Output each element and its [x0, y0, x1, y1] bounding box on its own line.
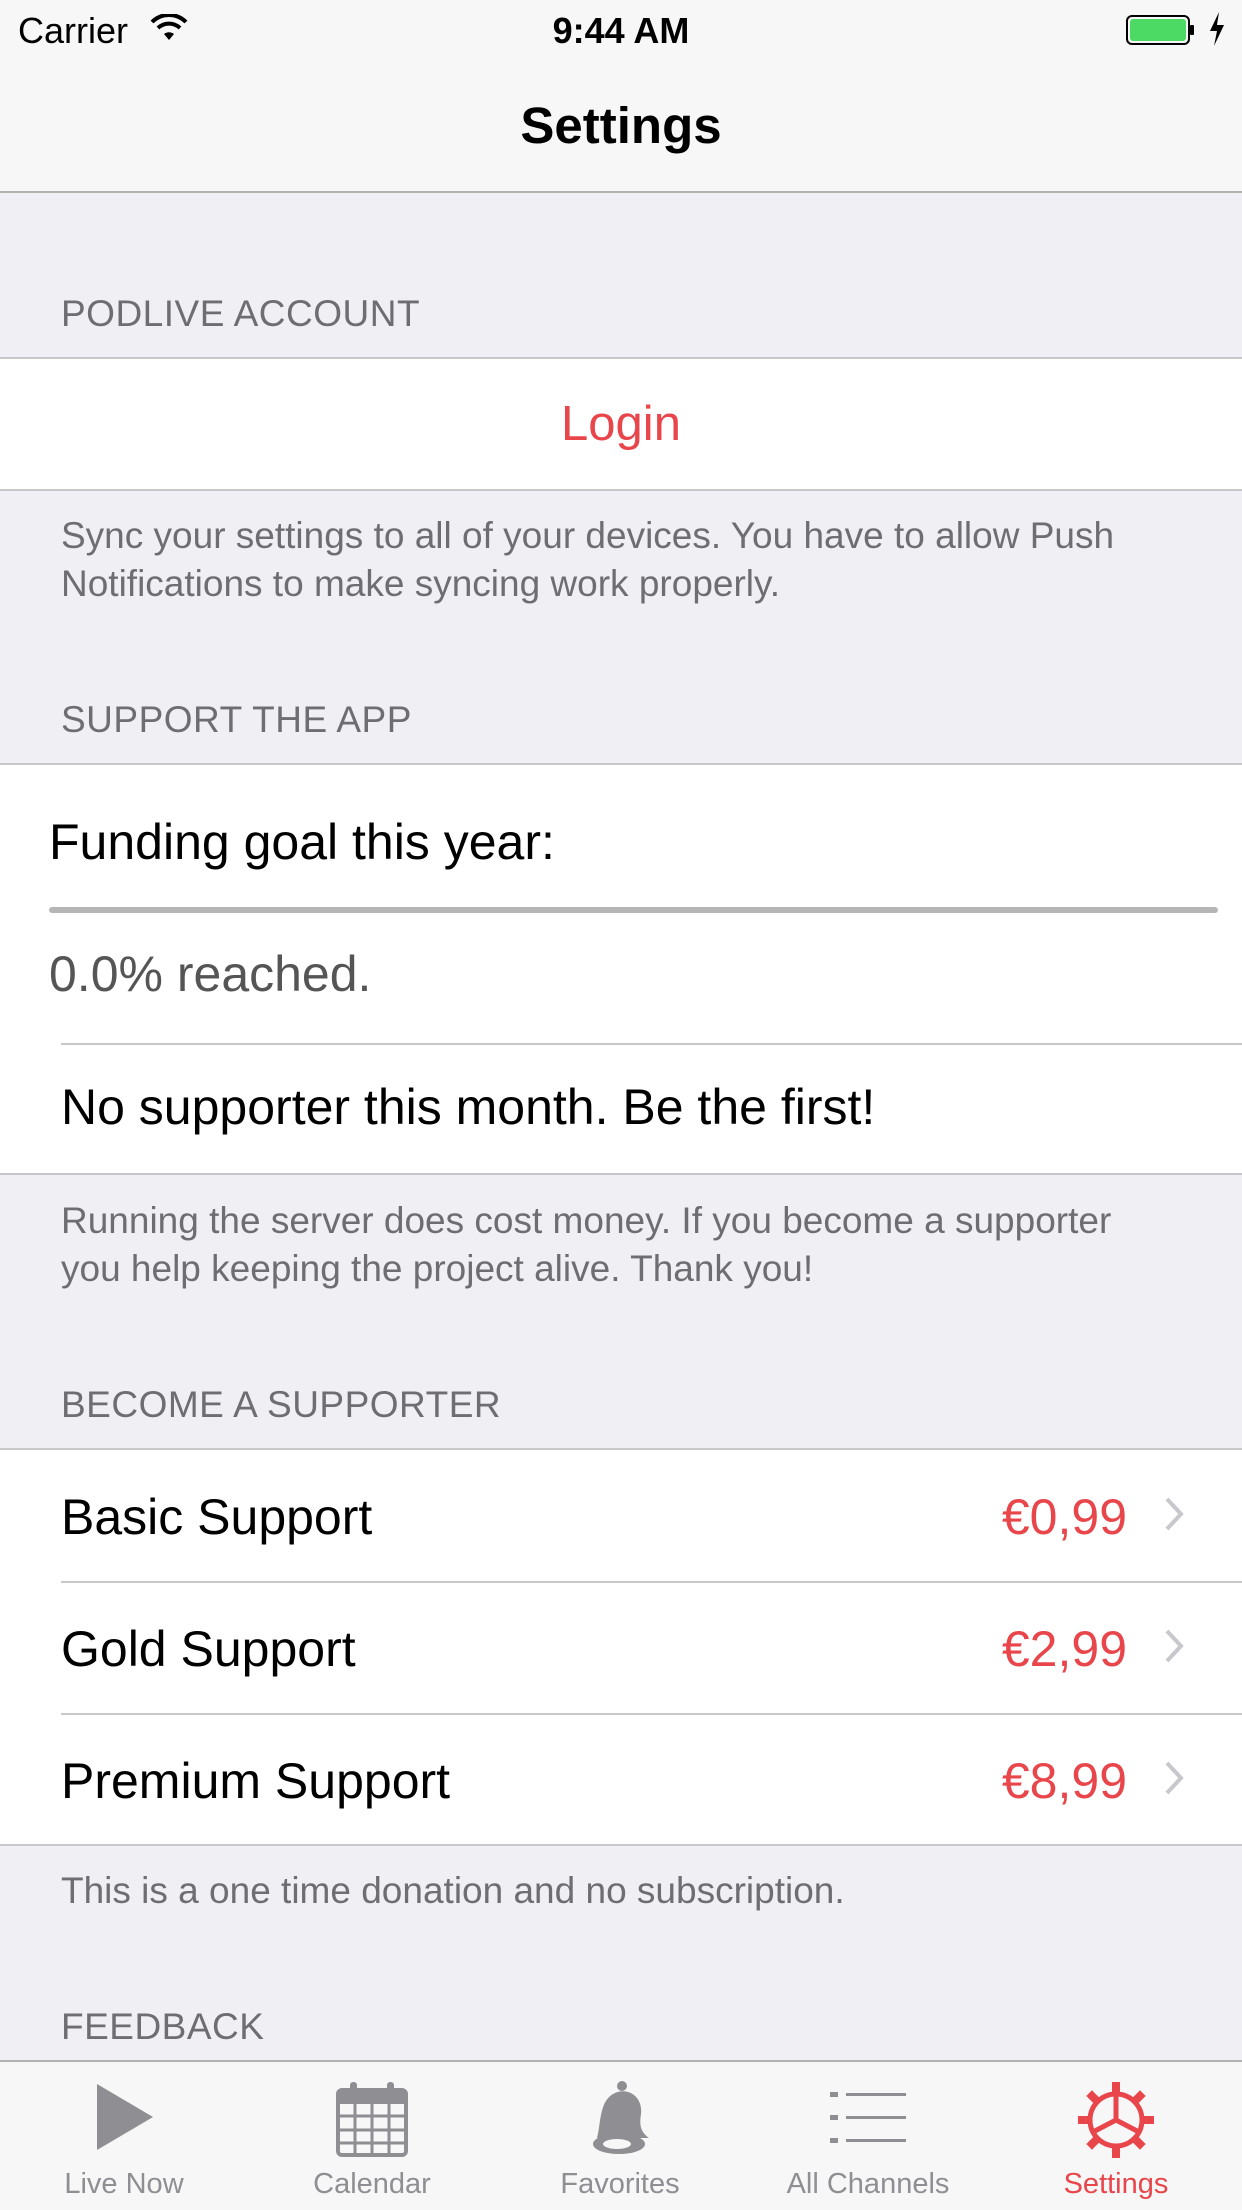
funding-goal-label: Funding goal this year:: [49, 814, 555, 870]
tier-price: €8,99: [1001, 1753, 1127, 1809]
section-header-feedback: FEEDBACK: [61, 2006, 265, 2047]
support-footer: Running the server does cost money. If y…: [61, 1200, 1112, 1289]
page-title: Settings: [520, 97, 722, 154]
tab-all-channels[interactable]: All Channels: [744, 2062, 992, 2210]
tier-row-basic[interactable]: Basic Support €0,99: [0, 1450, 1242, 1580]
support-cell-group: Funding goal this year: 0.0% reached. No…: [0, 763, 1242, 1175]
tier-name: Gold Support: [61, 1621, 356, 1677]
funding-progress-bar: [49, 907, 1218, 913]
tier-price: €2,99: [1001, 1621, 1127, 1677]
status-bar: Carrier 9:44 AM: [0, 0, 1242, 60]
charging-bolt-icon: [1208, 12, 1226, 51]
supporter-cell-group: Basic Support €0,99 Gold Support €2,99 P…: [0, 1448, 1242, 1846]
chevron-right-icon: [1164, 1628, 1184, 1669]
tier-row-premium[interactable]: Premium Support €8,99: [0, 1714, 1242, 1844]
tab-live-now[interactable]: Live Now: [0, 2062, 248, 2210]
tab-bar: Live Now Calendar Favorites All Channels…: [0, 2060, 1242, 2210]
play-icon: [0, 2080, 248, 2160]
section-header-account: PODLIVE ACCOUNT: [61, 293, 421, 334]
divider: [61, 1043, 1242, 1045]
account-footer: Sync your settings to all of your device…: [61, 515, 1115, 604]
tab-label: Settings: [1063, 2168, 1169, 2200]
tab-label: Live Now: [64, 2168, 184, 2200]
funding-progress-text: 0.0% reached.: [49, 946, 372, 1002]
account-cell-group: Login: [0, 357, 1242, 491]
tier-row-gold[interactable]: Gold Support €2,99: [0, 1582, 1242, 1712]
section-header-become-supporter: BECOME A SUPPORTER: [61, 1384, 502, 1425]
tab-label: All Channels: [786, 2168, 950, 2200]
tab-favorites[interactable]: Favorites: [496, 2062, 744, 2210]
tier-name: Basic Support: [61, 1489, 373, 1545]
chevron-right-icon: [1164, 1496, 1184, 1537]
supporter-footer: This is a one time donation and no subsc…: [61, 1870, 845, 1911]
tab-settings[interactable]: Settings: [992, 2062, 1240, 2210]
tab-label: Favorites: [560, 2168, 680, 2200]
supporter-status-text: No supporter this month. Be the first!: [61, 1079, 876, 1135]
gear-icon: [992, 2080, 1240, 2160]
calendar-icon: [248, 2080, 496, 2160]
tier-price: €0,99: [1001, 1489, 1127, 1545]
battery-icon: [1126, 15, 1196, 45]
bell-icon: [496, 2080, 744, 2160]
section-header-support: SUPPORT THE APP: [61, 699, 412, 740]
status-time: 9:44 AM: [552, 10, 690, 51]
list-icon: [744, 2080, 992, 2160]
login-button[interactable]: Login: [0, 359, 1242, 489]
tier-name: Premium Support: [61, 1753, 451, 1809]
chevron-right-icon: [1164, 1760, 1184, 1801]
tab-calendar[interactable]: Calendar: [248, 2062, 496, 2210]
navigation-bar: Settings: [0, 60, 1242, 193]
tab-label: Calendar: [313, 2168, 431, 2200]
